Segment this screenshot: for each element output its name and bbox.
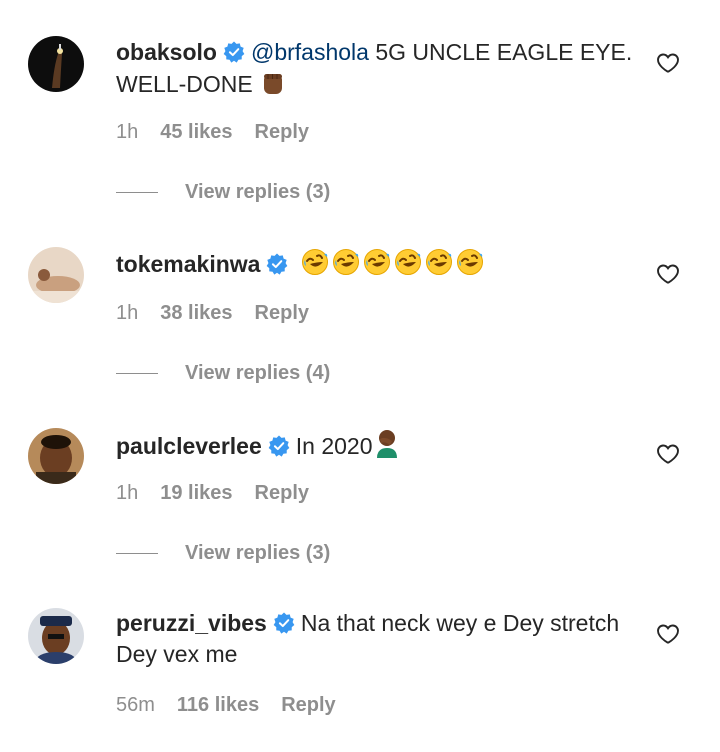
reply-button[interactable]: Reply [281,694,335,717]
rolling-on-floor-laughing-emoji [301,248,329,276]
like-heart-icon[interactable] [656,51,680,75]
like-heart-icon[interactable] [656,262,680,286]
comment-body: In 2020 [295,433,373,459]
raised-fist-emoji [264,74,283,94]
rolling-on-floor-laughing-emoji [363,248,391,276]
avatar[interactable] [28,428,84,484]
likes-count[interactable]: 45 likes [160,121,232,144]
comment-time: 1h [116,121,139,143]
likes-count[interactable]: 38 likes [160,302,232,325]
rolling-on-floor-laughing-emoji [332,248,360,276]
comment-time: 1h [116,302,139,324]
verified-icon [266,253,288,275]
likes-count[interactable]: 19 likes [160,482,232,505]
comment-meta: 1h 45 likes Reply [116,121,309,144]
comment-meta: 1h 38 likes Reply [116,302,309,325]
avatar[interactable] [28,247,84,303]
reply-button[interactable]: Reply [255,482,309,505]
view-replies-label: View replies (4) [185,362,331,384]
comment-username[interactable]: paulcleverlee [116,433,262,459]
reply-button[interactable]: Reply [255,121,309,144]
comment-time: 1h [116,482,139,504]
view-replies-label: View replies (3) [185,181,331,203]
view-replies-button[interactable]: View replies (3) [116,542,330,565]
rolling-on-floor-laughing-emoji [425,248,453,276]
divider-line [116,373,158,374]
comment-username[interactable]: tokemakinwa [116,251,260,277]
likes-count[interactable]: 116 likes [177,694,259,717]
comment-time: 56m [116,694,155,716]
verified-icon [273,612,295,634]
comment-text: obaksolo @brfashola 5G UNCLE EAGLE EYE. W… [116,37,636,100]
verified-icon [223,41,245,63]
avatar[interactable] [28,36,84,92]
reply-button[interactable]: Reply [255,302,309,325]
comment-username[interactable]: obaksolo [116,39,217,65]
divider-line [116,192,158,193]
facepalm-emoji [376,430,397,458]
view-replies-button[interactable]: View replies (4) [116,362,330,385]
comment-text: paulcleverlee In 2020 [116,428,636,462]
comment-text: tokemakinwa [116,248,636,280]
comment-text: peruzzi_vibes Na that neck wey e Dey stre… [116,608,636,670]
comment-username[interactable]: peruzzi_vibes [116,610,267,636]
divider-line [116,553,158,554]
like-heart-icon[interactable] [656,442,680,466]
avatar[interactable] [28,608,84,664]
mention-link[interactable]: @brfashola [251,39,369,65]
comment-meta: 56m 116 likes Reply [116,694,336,717]
comment-meta: 1h 19 likes Reply [116,482,309,505]
view-replies-label: View replies (3) [185,542,331,564]
emoji-row [301,248,484,276]
rolling-on-floor-laughing-emoji [394,248,422,276]
verified-icon [268,435,290,457]
view-replies-button[interactable]: View replies (3) [116,181,330,204]
rolling-on-floor-laughing-emoji [456,248,484,276]
like-heart-icon[interactable] [656,622,680,646]
